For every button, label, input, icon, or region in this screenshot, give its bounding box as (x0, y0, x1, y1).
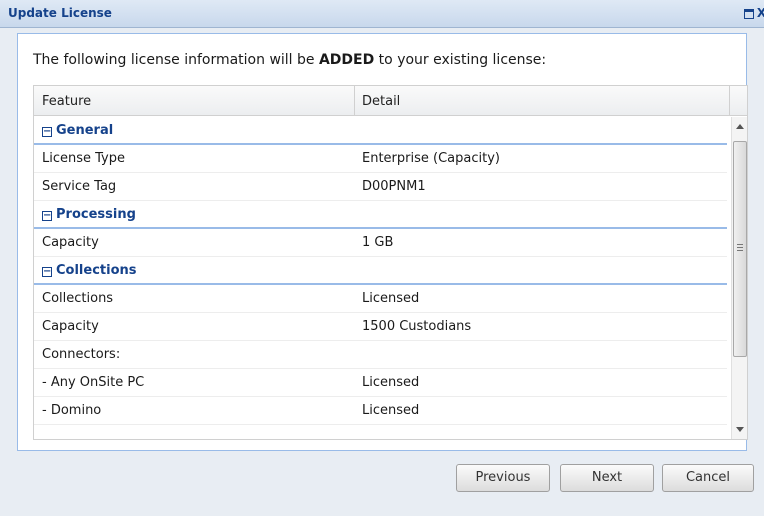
group-label: − Collections (42, 263, 137, 278)
intro-suffix: to your existing license: (374, 52, 547, 68)
detail-cell: Licensed (362, 403, 420, 418)
close-icon[interactable]: X (756, 7, 764, 19)
feature-cell: License Type (42, 151, 126, 166)
grid-rows: − General License Type Enterprise (Capacity… (34, 117, 729, 439)
column-header-feature[interactable]: Feature (42, 94, 91, 109)
table-row[interactable]: - Any OnSite PC Licensed (34, 369, 727, 397)
column-separator (729, 86, 730, 116)
next-button[interactable]: Next (560, 464, 654, 492)
license-grid: Feature Detail − General License Type Enter… (33, 85, 748, 440)
dialog-title: Update License (8, 6, 112, 20)
scroll-up-icon[interactable] (736, 124, 744, 129)
previous-button[interactable]: Previous (456, 464, 550, 492)
intro-text: The following license information will b… (33, 52, 546, 68)
feature-cell: Connectors: (42, 347, 121, 362)
grip-icon (737, 244, 743, 251)
feature-cell: - Any OnSite PC (42, 375, 145, 390)
detail-cell: Licensed (362, 375, 420, 390)
group-label: − Processing (42, 207, 136, 222)
group-row-general[interactable]: − General (34, 117, 727, 145)
group-label-text: Collections (56, 263, 137, 278)
detail-cell: D00PNM1 (362, 179, 426, 194)
scroll-down-icon[interactable] (736, 427, 744, 432)
scrollbar-thumb[interactable] (733, 141, 747, 357)
group-row-processing[interactable]: − Processing (34, 201, 727, 229)
feature-cell: Service Tag (42, 179, 117, 194)
feature-cell: - Domino (42, 403, 102, 418)
table-row[interactable]: License Type Enterprise (Capacity) (34, 145, 727, 173)
feature-cell: Collections (42, 291, 114, 306)
collapse-icon[interactable]: − (42, 211, 52, 221)
grid-header: Feature Detail (34, 86, 747, 116)
feature-cell: Capacity (42, 319, 99, 334)
group-row-collections[interactable]: − Collections (34, 257, 727, 285)
intro-emphasis: ADDED (318, 52, 375, 68)
collapse-icon[interactable]: − (42, 127, 52, 137)
table-row[interactable]: Collections Licensed (34, 285, 727, 313)
content-panel: The following license information will b… (17, 33, 748, 451)
table-row[interactable]: Connectors: (34, 341, 727, 369)
intro-prefix: The following license information will b… (33, 52, 319, 68)
table-row[interactable]: Capacity 1500 Custodians (34, 313, 727, 341)
detail-cell: Enterprise (Capacity) (362, 151, 500, 166)
collapse-icon[interactable]: − (42, 267, 52, 277)
column-separator[interactable] (354, 86, 355, 116)
title-bar[interactable]: Update License X (0, 0, 764, 28)
table-row[interactable]: Capacity 1 GB (34, 229, 727, 257)
group-label-text: Processing (56, 207, 136, 222)
vertical-scrollbar[interactable] (731, 117, 747, 439)
table-row[interactable]: - Domino Licensed (34, 397, 727, 425)
detail-cell: 1500 Custodians (362, 319, 472, 334)
update-license-dialog: Update License X The following license i… (0, 0, 764, 516)
column-header-detail[interactable]: Detail (362, 94, 400, 109)
feature-cell: Capacity (42, 235, 99, 250)
table-row[interactable]: Service Tag D00PNM1 (34, 173, 727, 201)
maximize-icon[interactable] (744, 9, 754, 19)
group-label: − General (42, 123, 113, 138)
detail-cell: Licensed (362, 291, 420, 306)
cancel-button[interactable]: Cancel (662, 464, 754, 492)
detail-cell: 1 GB (362, 235, 394, 250)
group-label-text: General (56, 123, 114, 138)
